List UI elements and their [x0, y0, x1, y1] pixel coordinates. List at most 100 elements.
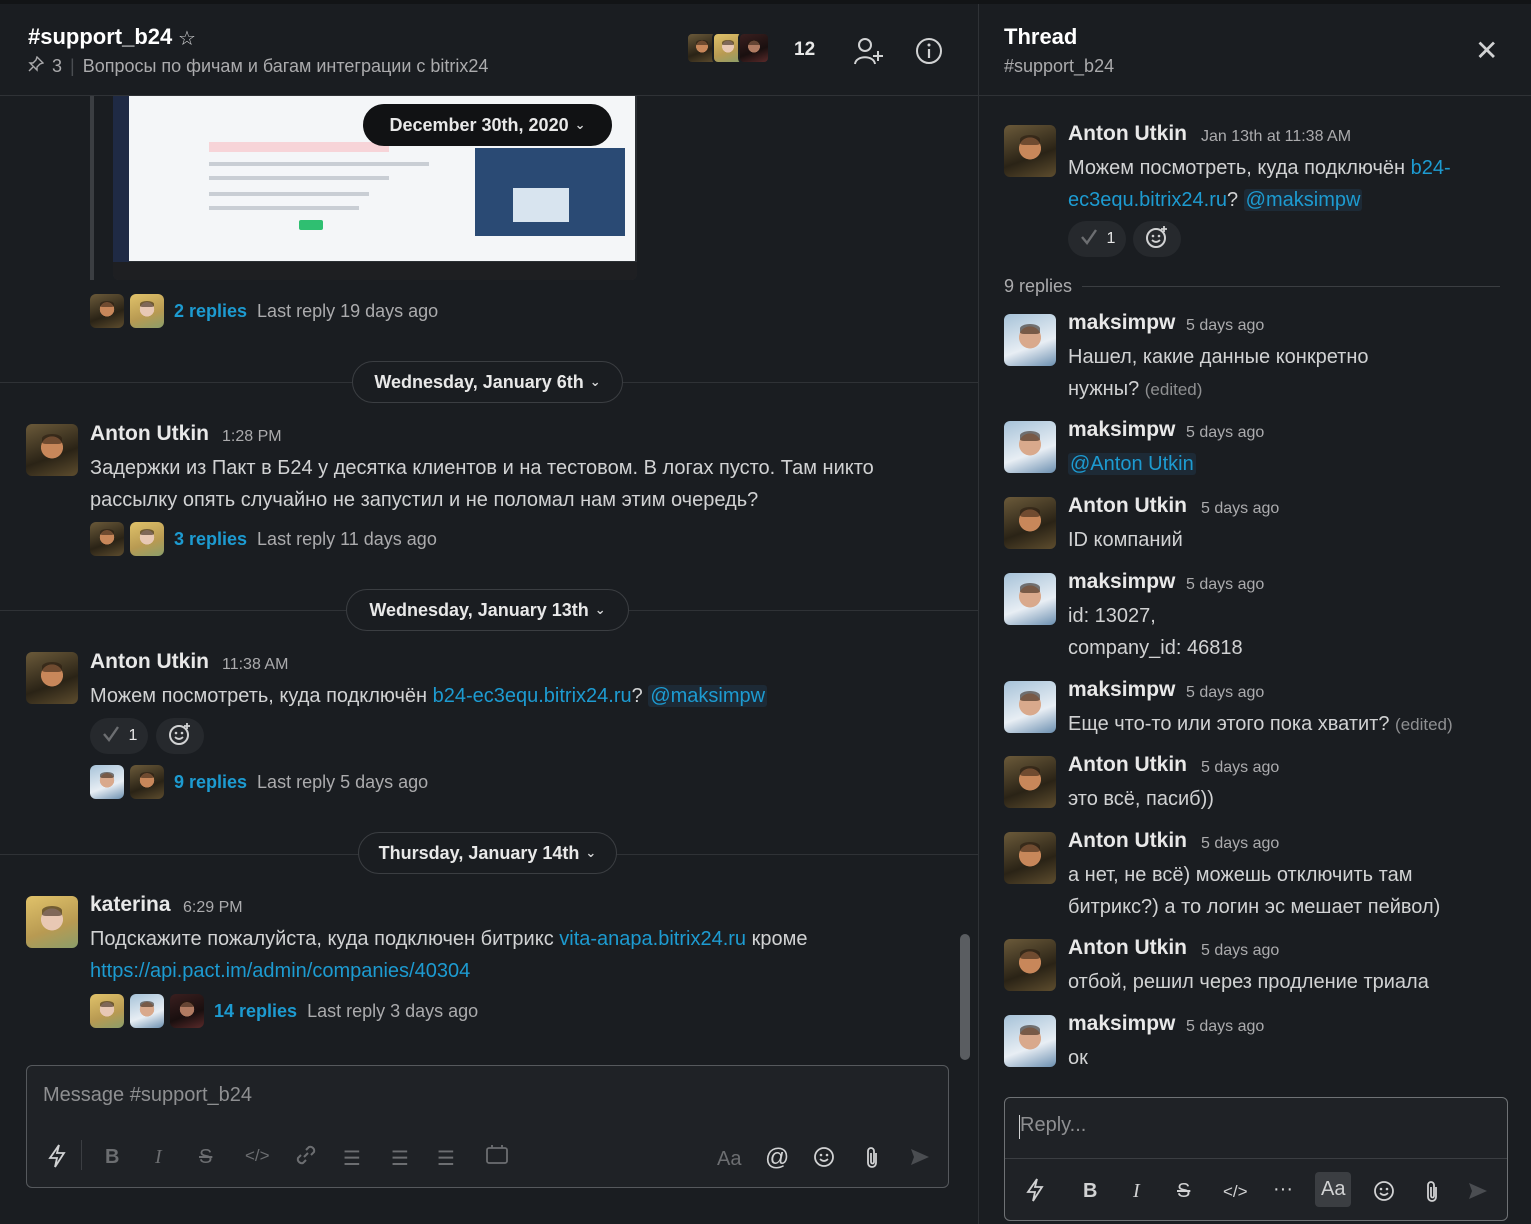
avatar[interactable] [1004, 314, 1056, 366]
channel-topic[interactable]: Вопросы по фичам и багам интеграции с bi… [83, 56, 489, 77]
thread-summary[interactable]: 14 replies Last reply 3 days ago [90, 994, 478, 1028]
date-divider-pill[interactable]: Thursday, January 14th ⌄ [358, 832, 617, 874]
reply-count-link[interactable]: 14 replies [214, 1001, 297, 1022]
message-input[interactable]: Message #support_b24 [43, 1084, 252, 1107]
ordered-list-icon[interactable]: ☰ [343, 1146, 361, 1171]
avatar[interactable] [1004, 573, 1056, 625]
message-author[interactable]: Anton Utkin [90, 650, 209, 674]
more-icon[interactable]: ··· [1273, 1178, 1293, 1201]
formatting-toggle[interactable]: Aa [717, 1148, 741, 1171]
avatar[interactable] [1004, 939, 1056, 991]
message-time[interactable]: 6:29 PM [183, 899, 243, 917]
mention-icon[interactable]: @ [765, 1144, 789, 1172]
message-time[interactable]: 5 days ago [1186, 1018, 1264, 1036]
lightning-icon[interactable] [47, 1144, 67, 1174]
formatting-toggle[interactable]: Aa [1315, 1172, 1352, 1207]
bold-icon[interactable]: B [105, 1146, 119, 1169]
lightning-icon[interactable] [1025, 1178, 1045, 1208]
avatar[interactable] [26, 652, 78, 704]
emoji-icon[interactable] [813, 1146, 835, 1174]
code-icon[interactable]: </> [245, 1146, 270, 1166]
avatar[interactable] [1004, 497, 1056, 549]
message-time[interactable]: 1:28 PM [222, 428, 282, 446]
link-icon[interactable] [295, 1144, 317, 1172]
avatar[interactable] [1004, 1015, 1056, 1067]
bullet-list-icon[interactable]: ☰ [391, 1146, 409, 1171]
date-divider-pill[interactable]: December 30th, 2020 ⌄ [363, 104, 612, 146]
scrollbar-thumb[interactable] [960, 934, 970, 1060]
message-link[interactable]: b24-ec3equ.bitrix24.ru [433, 685, 632, 707]
message-link[interactable]: vita-anapa.bitrix24.ru [559, 928, 746, 950]
thread-summary[interactable]: 9 replies Last reply 5 days ago [90, 765, 428, 799]
avatar[interactable] [1004, 756, 1056, 808]
info-icon[interactable] [912, 34, 946, 68]
send-icon[interactable] [1467, 1180, 1489, 1208]
message-author[interactable]: Anton Utkin [90, 422, 209, 446]
message-link[interactable]: b24- [1411, 157, 1451, 179]
thread-summary[interactable]: 3 replies Last reply 11 days ago [90, 522, 437, 556]
star-icon[interactable]: ☆ [178, 26, 196, 51]
message-author[interactable]: katerina [90, 893, 171, 917]
user-mention[interactable]: @maksimpw [1243, 189, 1363, 211]
member-avatars[interactable] [686, 32, 770, 64]
message-author[interactable]: Anton Utkin [1068, 753, 1187, 777]
code-block-icon[interactable] [485, 1144, 509, 1172]
message-time[interactable]: 5 days ago [1186, 684, 1264, 702]
message-time[interactable]: 5 days ago [1186, 424, 1264, 442]
close-icon[interactable]: ✕ [1475, 34, 1498, 67]
message-composer[interactable]: Message #support_b24 B I S </> ☰ ☰ ☰ Aa … [26, 1065, 949, 1188]
message-time[interactable]: Jan 13th at 11:38 AM [1201, 128, 1351, 146]
avatar[interactable] [1004, 832, 1056, 884]
avatar[interactable] [1004, 125, 1056, 177]
reply-count-link[interactable]: 2 replies [174, 301, 247, 322]
avatar[interactable] [26, 896, 78, 948]
date-divider-pill[interactable]: Wednesday, January 13th ⌄ [346, 589, 629, 631]
message-link[interactable]: ec3equ.bitrix24.ru [1068, 189, 1227, 211]
user-mention[interactable]: @maksimpw [648, 685, 768, 707]
message-time[interactable]: 5 days ago [1201, 835, 1279, 853]
date-divider-pill[interactable]: Wednesday, January 6th ⌄ [352, 361, 623, 403]
blockquote-icon[interactable]: ☰ [437, 1146, 455, 1171]
message-author[interactable]: maksimpw [1068, 678, 1175, 702]
strike-icon[interactable]: S [1177, 1180, 1190, 1203]
reply-input[interactable]: Reply... [1020, 1114, 1086, 1137]
message-author[interactable]: Anton Utkin [1068, 936, 1187, 960]
message-time[interactable]: 5 days ago [1201, 500, 1279, 518]
message-time[interactable]: 5 days ago [1201, 942, 1279, 960]
pin-icon[interactable] [28, 55, 45, 77]
attach-icon[interactable] [863, 1146, 881, 1176]
add-reaction-button[interactable] [1133, 221, 1181, 257]
reaction-check[interactable]: 1 [1068, 221, 1126, 257]
message-author[interactable]: maksimpw [1068, 570, 1175, 594]
message-time[interactable]: 5 days ago [1201, 759, 1279, 777]
message-time[interactable]: 11:38 AM [222, 656, 288, 674]
member-count[interactable]: 12 [794, 39, 815, 61]
strike-icon[interactable]: S [199, 1146, 212, 1169]
send-icon[interactable] [909, 1146, 931, 1174]
italic-icon[interactable]: I [1133, 1180, 1140, 1203]
channel-name[interactable]: #support_b24 [28, 24, 172, 50]
italic-icon[interactable]: I [155, 1146, 162, 1169]
avatar[interactable] [1004, 681, 1056, 733]
code-icon[interactable]: </> [1223, 1182, 1248, 1202]
reply-count-link[interactable]: 3 replies [174, 529, 247, 550]
add-reaction-button[interactable] [156, 718, 204, 754]
message-time[interactable]: 5 days ago [1186, 576, 1264, 594]
thread-channel[interactable]: #support_b24 [1004, 56, 1114, 77]
message-author[interactable]: Anton Utkin [1068, 494, 1187, 518]
message-author[interactable]: maksimpw [1068, 418, 1175, 442]
add-member-icon[interactable] [852, 34, 886, 68]
message-author[interactable]: maksimpw [1068, 1012, 1175, 1036]
reply-composer[interactable]: Reply... B I S </> ··· Aa [1004, 1097, 1508, 1221]
pinned-count[interactable]: 3 [52, 56, 62, 77]
reaction-check[interactable]: 1 [90, 718, 148, 754]
bold-icon[interactable]: B [1083, 1180, 1097, 1203]
reply-count-link[interactable]: 9 replies [174, 772, 247, 793]
avatar[interactable] [1004, 421, 1056, 473]
message-author[interactable]: Anton Utkin [1068, 122, 1187, 146]
message-author[interactable]: Anton Utkin [1068, 829, 1187, 853]
message-author[interactable]: maksimpw [1068, 311, 1175, 335]
message-time[interactable]: 5 days ago [1186, 317, 1264, 335]
thread-summary[interactable]: 2 replies Last reply 19 days ago [90, 294, 438, 328]
avatar[interactable] [26, 424, 78, 476]
